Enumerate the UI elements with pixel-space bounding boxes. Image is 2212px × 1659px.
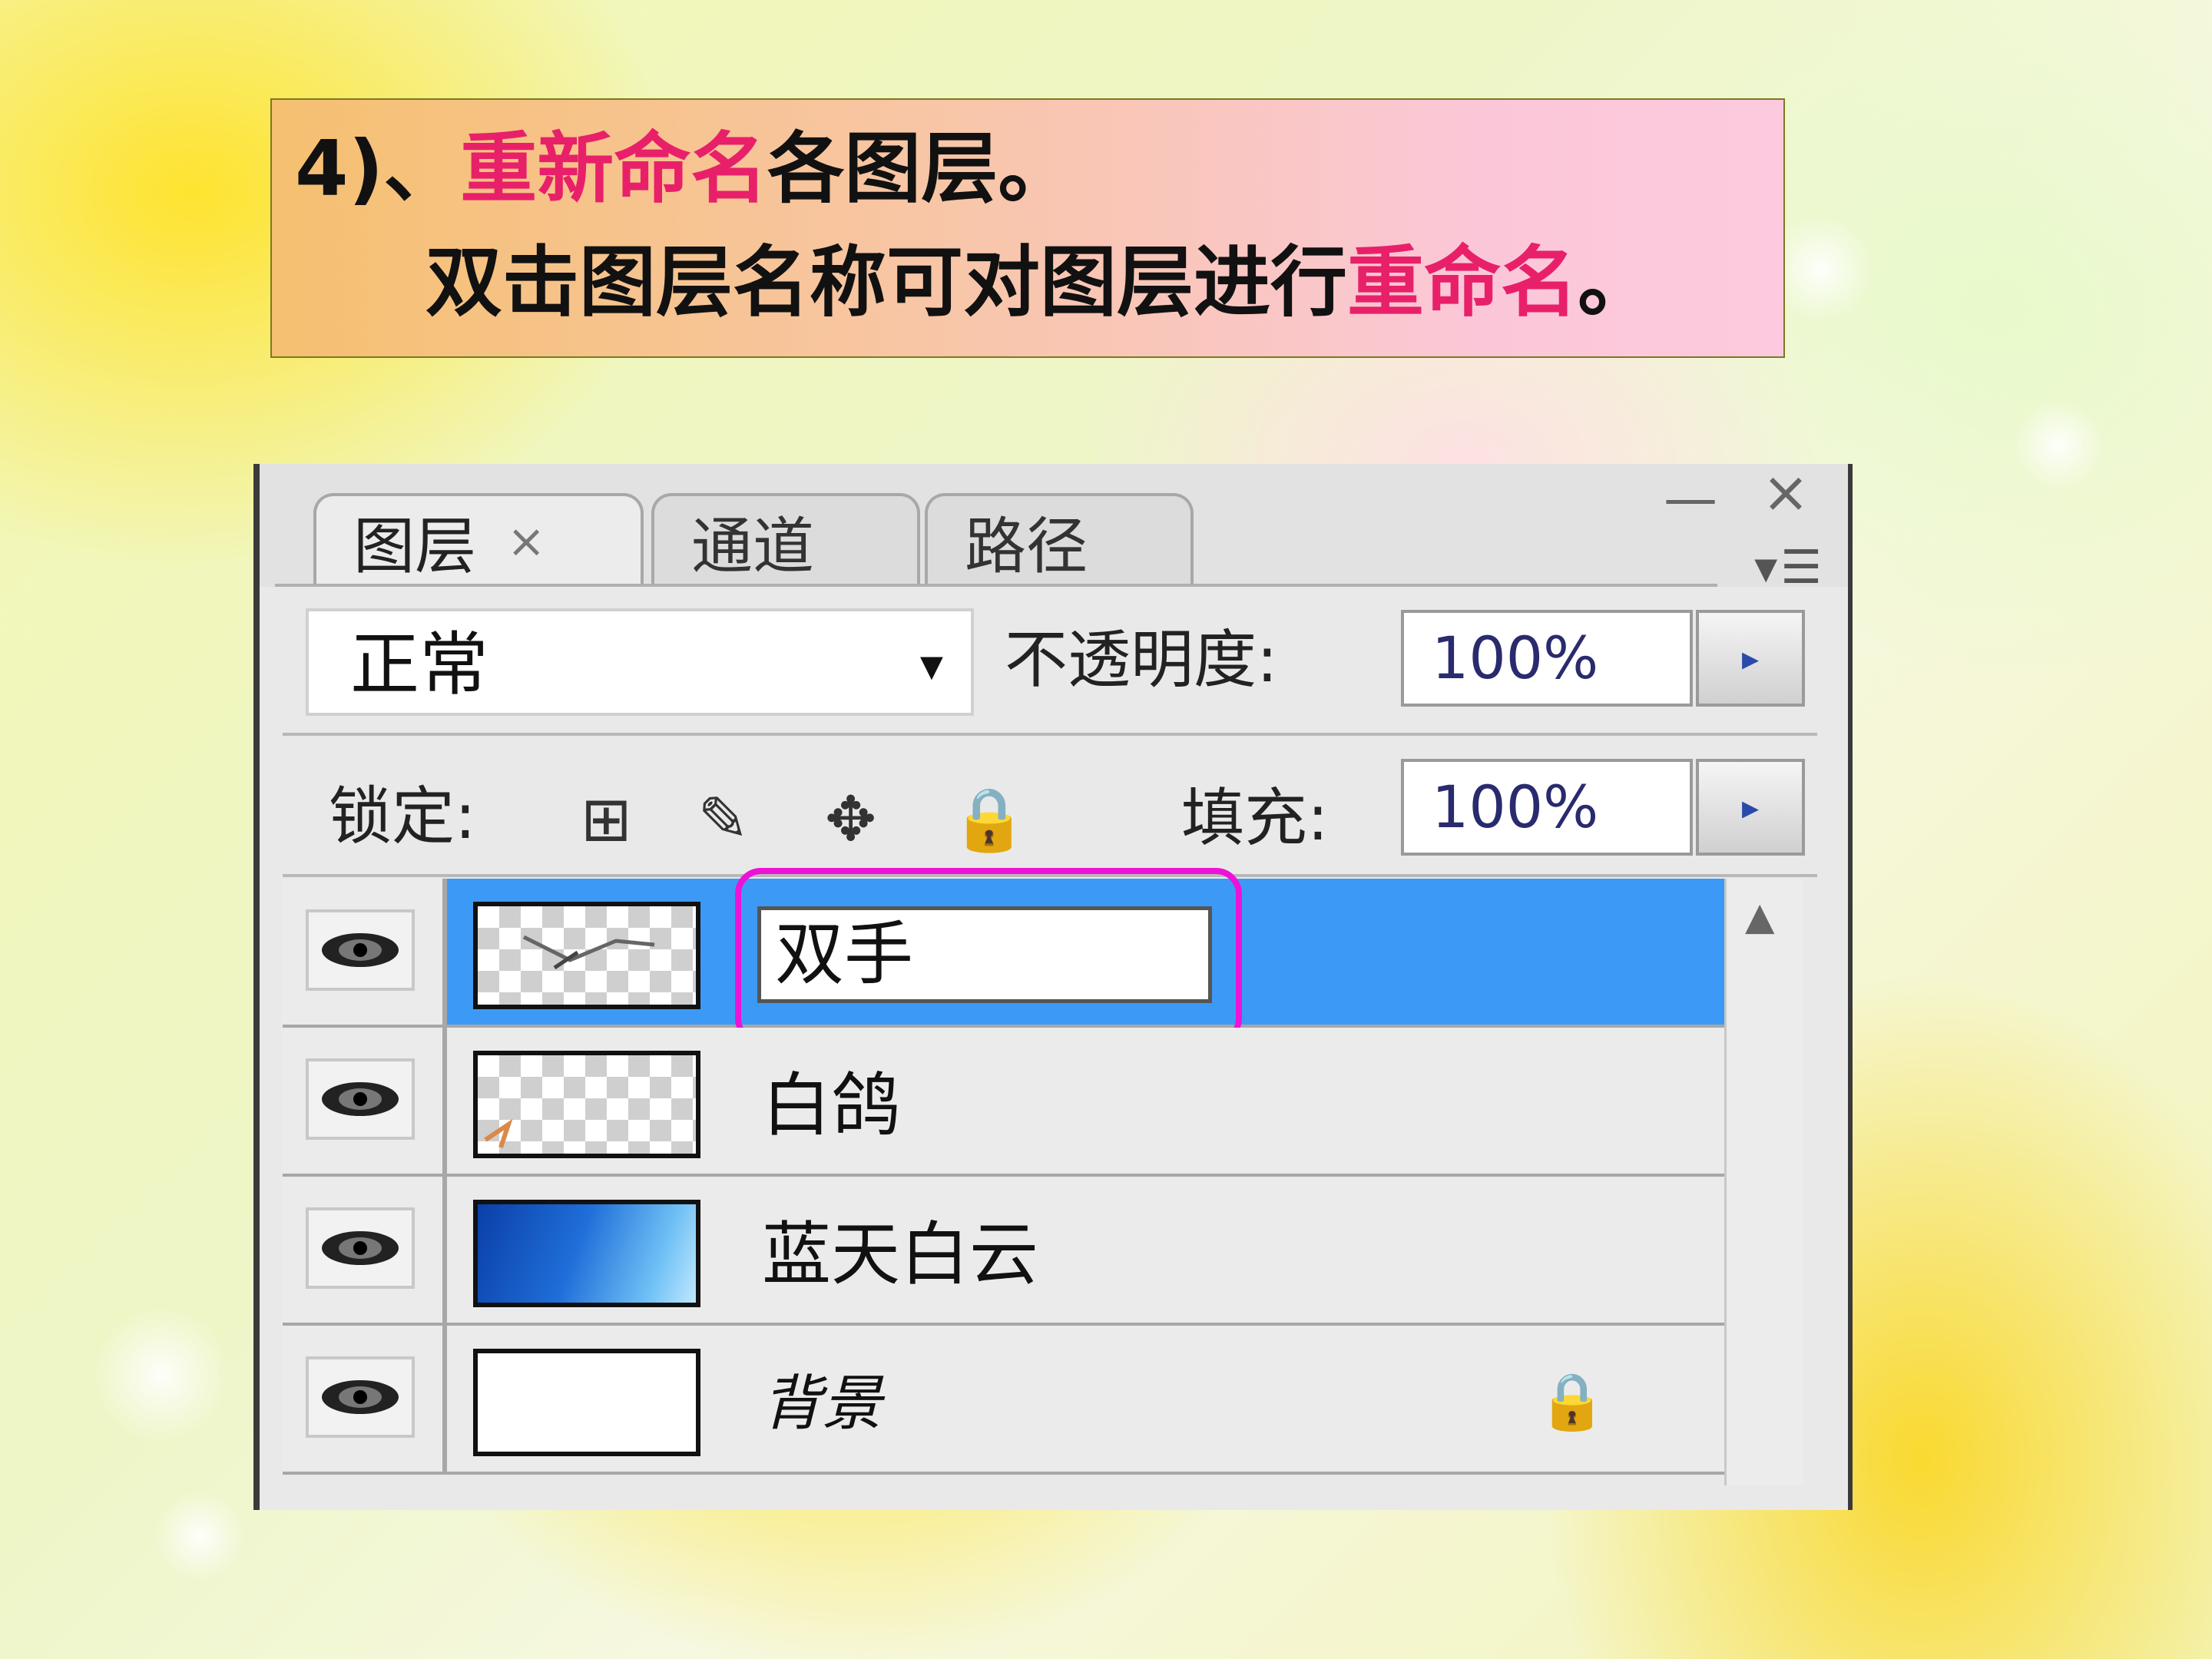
rename-highlight-annotation xyxy=(735,868,1242,1045)
title-highlight: 重新命名 xyxy=(460,124,768,214)
lock-position-icon[interactable]: ✥ xyxy=(825,777,876,862)
tab-paths-label: 路径 xyxy=(965,511,1088,582)
title-prefix: 4)、 xyxy=(295,124,461,214)
eye-icon[interactable] xyxy=(306,1058,415,1140)
layer-row-hands[interactable]: 双手 xyxy=(283,868,1727,1045)
fill-label: 填充: xyxy=(1181,782,1329,855)
chevron-down-icon: ▾ xyxy=(919,638,943,692)
panel-menu-icon[interactable]: ▾☰ xyxy=(1754,541,1825,594)
visibility-cell xyxy=(283,1326,447,1472)
subtitle-prefix: 双击图层名称可对图层进行 xyxy=(426,237,1347,327)
layer-thumbnail xyxy=(473,1349,700,1456)
subtitle-highlight: 重命名 xyxy=(1347,237,1578,327)
lock-all-icon[interactable]: 🔒 xyxy=(951,777,1028,862)
eye-icon[interactable] xyxy=(306,1356,415,1438)
tab-channels[interactable]: 通道 xyxy=(651,493,920,587)
tab-layers-label: 图层 xyxy=(353,511,476,582)
title-suffix: 各图层。 xyxy=(767,124,1075,214)
minimize-icon[interactable]: — xyxy=(1664,467,1717,530)
lock-transparency-icon[interactable]: ⊞ xyxy=(581,777,632,862)
layer-name-area: 背景 🔒 xyxy=(447,1326,1727,1472)
background-flower xyxy=(154,1490,246,1582)
layer-name[interactable]: 蓝天白云 xyxy=(762,1201,1038,1309)
layer-row-background[interactable]: 背景 🔒 xyxy=(283,1326,1727,1475)
tab-layers[interactable]: 图层 × xyxy=(313,493,644,587)
layer-name-area: 双手 xyxy=(447,868,1727,1045)
layer-row-dove[interactable]: 白鸽 xyxy=(283,1028,1727,1177)
layers-scrollbar[interactable]: ▲ xyxy=(1724,879,1803,1485)
layer-name-area: 白鸽 xyxy=(447,1028,1727,1174)
lock-icon: 🔒 xyxy=(1538,1369,1607,1433)
tab-paths[interactable]: 路径 xyxy=(925,493,1194,587)
layer-name-area: 蓝天白云 xyxy=(447,1177,1727,1323)
close-icon[interactable]: × xyxy=(1762,459,1810,525)
opacity-slider-button[interactable]: ▸ xyxy=(1696,610,1805,707)
background-flower xyxy=(2012,399,2104,492)
lock-paint-icon[interactable]: ✎ xyxy=(697,777,749,862)
layer-row-sky[interactable]: 蓝天白云 xyxy=(283,1177,1727,1326)
layer-thumbnail xyxy=(473,902,700,1009)
visibility-cell xyxy=(283,1028,447,1174)
blend-mode-value: 正常 xyxy=(350,624,488,705)
eye-icon[interactable] xyxy=(306,1207,415,1289)
layers-list: 双手 白鸽 蓝天白云 背景 🔒 ▲ xyxy=(283,868,1803,1485)
visibility-cell xyxy=(283,1177,447,1323)
opacity-label: 不透明度: xyxy=(1005,624,1278,697)
tab-divider xyxy=(275,584,1717,587)
background-flower xyxy=(92,1306,230,1444)
layer-thumbnail xyxy=(473,1051,700,1158)
tab-channels-label: 通道 xyxy=(691,511,814,582)
subtitle-suffix: 。 xyxy=(1578,237,1654,327)
layer-name[interactable]: 白鸽 xyxy=(762,1052,900,1160)
layer-name[interactable]: 背景 xyxy=(762,1350,882,1458)
slide-subtitle: 双击图层名称可对图层进行重命名。 xyxy=(426,229,1654,336)
lock-label: 锁定: xyxy=(329,780,476,853)
layer-thumbnail xyxy=(473,1200,700,1307)
visibility-cell xyxy=(283,879,447,1025)
tab-close-icon[interactable]: × xyxy=(507,515,545,568)
blend-mode-select[interactable]: 正常 ▾ xyxy=(306,608,974,716)
slide-title: 4)、重新命名各图层。 xyxy=(295,115,1075,223)
slide-title-box: 4)、重新命名各图层。 双击图层名称可对图层进行重命名。 xyxy=(270,98,1785,358)
fill-input[interactable]: 100% xyxy=(1401,759,1693,856)
eye-icon[interactable] xyxy=(306,909,415,991)
layers-panel: 图层 × 通道 路径 — × ▾☰ 正常 ▾ 不透明度: 100% ▸ 锁定: … xyxy=(253,459,1853,1510)
opacity-input[interactable]: 100% xyxy=(1401,610,1693,707)
panel-tab-bar: 图层 × 通道 路径 — × ▾☰ xyxy=(260,459,1848,594)
scroll-up-icon[interactable]: ▲ xyxy=(1745,894,1774,939)
divider xyxy=(283,733,1817,736)
fill-slider-button[interactable]: ▸ xyxy=(1696,759,1805,856)
